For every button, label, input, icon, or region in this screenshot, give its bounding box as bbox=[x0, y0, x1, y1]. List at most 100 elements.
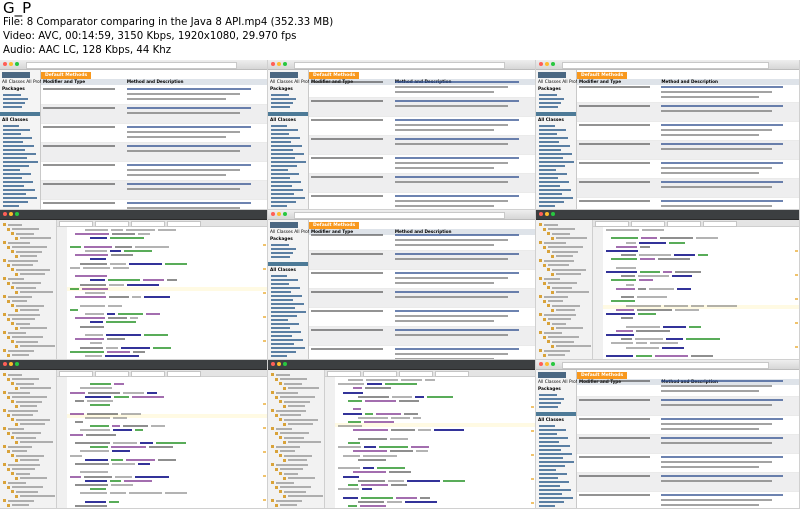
tree-item bbox=[12, 468, 35, 470]
file-icon bbox=[283, 494, 286, 498]
class-link bbox=[539, 133, 557, 135]
code-token bbox=[126, 458, 155, 461]
method-row bbox=[577, 492, 799, 508]
class-link bbox=[271, 153, 304, 155]
address-bar bbox=[562, 62, 769, 69]
code-token bbox=[132, 296, 141, 299]
method-modifier bbox=[579, 494, 651, 496]
tree-item bbox=[276, 409, 306, 412]
tree-item bbox=[20, 291, 53, 293]
file-icon bbox=[7, 281, 10, 285]
method-modifier bbox=[579, 162, 651, 164]
code-token bbox=[111, 446, 146, 449]
window-control-icon bbox=[277, 362, 281, 366]
file-icon bbox=[275, 485, 278, 489]
method-signature bbox=[661, 475, 784, 477]
code-token bbox=[90, 258, 106, 261]
video-thumbnail: All Classes All Profiles Packages All Clas… bbox=[268, 60, 536, 210]
method-description bbox=[661, 442, 773, 444]
class-link bbox=[3, 189, 35, 191]
method-signature bbox=[661, 162, 784, 164]
project-tree bbox=[0, 370, 57, 508]
file-icon bbox=[11, 286, 14, 289]
tree-item bbox=[284, 436, 304, 439]
class-link bbox=[3, 137, 32, 139]
method-modifier bbox=[311, 176, 384, 178]
code-token bbox=[616, 266, 636, 269]
window-control-icon bbox=[283, 212, 287, 216]
file-icon bbox=[547, 250, 550, 253]
project-tree bbox=[0, 220, 57, 359]
file-icon bbox=[543, 335, 546, 339]
tree-item bbox=[548, 282, 577, 284]
code-token bbox=[401, 379, 422, 381]
address-bar bbox=[26, 62, 237, 69]
tree-item bbox=[8, 259, 38, 262]
code-token bbox=[90, 237, 107, 240]
code-token bbox=[391, 416, 410, 419]
packages-label: Packages bbox=[270, 87, 293, 92]
method-description bbox=[661, 205, 773, 207]
file-icon bbox=[539, 277, 542, 280]
code-token bbox=[365, 387, 391, 390]
method-modifier bbox=[43, 183, 116, 185]
code-token bbox=[110, 492, 126, 495]
code-token bbox=[90, 342, 102, 345]
code-token bbox=[425, 379, 435, 381]
method-row bbox=[309, 346, 535, 359]
tree-item bbox=[276, 463, 308, 466]
video-thumbnail: All Classes All Profiles Packages All Clas… bbox=[536, 60, 800, 210]
method-description bbox=[126, 169, 240, 171]
scroll-marker bbox=[263, 451, 266, 453]
tree-item bbox=[288, 495, 323, 497]
tree-item bbox=[544, 277, 560, 280]
code-token bbox=[626, 325, 660, 328]
code-token bbox=[110, 262, 126, 265]
method-signature bbox=[394, 272, 520, 274]
code-token bbox=[358, 416, 388, 419]
default-methods-tab: Default Methods bbox=[41, 72, 92, 79]
method-modifier bbox=[579, 399, 651, 401]
tree-item bbox=[20, 459, 39, 461]
file-icon bbox=[539, 259, 542, 262]
code-token bbox=[343, 412, 362, 415]
code-token bbox=[75, 505, 107, 507]
all-classes-label: All Classes bbox=[270, 268, 296, 273]
file-icon bbox=[11, 418, 14, 421]
scroll-marker bbox=[531, 454, 534, 456]
browser-toolbar bbox=[268, 60, 535, 70]
file-icon bbox=[11, 250, 14, 253]
class-link bbox=[271, 157, 295, 159]
all-classes-band bbox=[536, 412, 576, 416]
code-token bbox=[364, 446, 376, 449]
scroll-marker bbox=[263, 292, 266, 294]
class-link bbox=[271, 343, 294, 345]
method-row bbox=[577, 473, 799, 492]
method-description bbox=[394, 129, 495, 131]
code-token bbox=[640, 258, 655, 261]
video-thumbnail bbox=[536, 210, 800, 360]
code-token bbox=[639, 241, 666, 244]
code-token bbox=[123, 425, 148, 428]
packages-label: Packages bbox=[538, 387, 561, 392]
tree-item bbox=[12, 336, 43, 338]
code-token bbox=[390, 437, 408, 440]
file-icon bbox=[547, 268, 550, 271]
method-description bbox=[394, 86, 508, 88]
code-editor bbox=[593, 220, 799, 359]
code-token bbox=[348, 400, 362, 402]
class-link bbox=[3, 157, 27, 159]
class-link bbox=[3, 141, 23, 143]
editor-tab bbox=[703, 221, 737, 227]
code-token bbox=[84, 245, 112, 248]
method-modifier bbox=[311, 195, 384, 197]
class-link bbox=[271, 307, 295, 309]
code-token bbox=[149, 446, 173, 449]
tree-item bbox=[8, 295, 32, 298]
code-token bbox=[385, 383, 417, 386]
column-header-method: Method and Description bbox=[126, 79, 184, 84]
class-link bbox=[539, 161, 574, 163]
class-link bbox=[539, 457, 563, 459]
method-row bbox=[41, 86, 267, 105]
method-signature bbox=[394, 157, 520, 159]
